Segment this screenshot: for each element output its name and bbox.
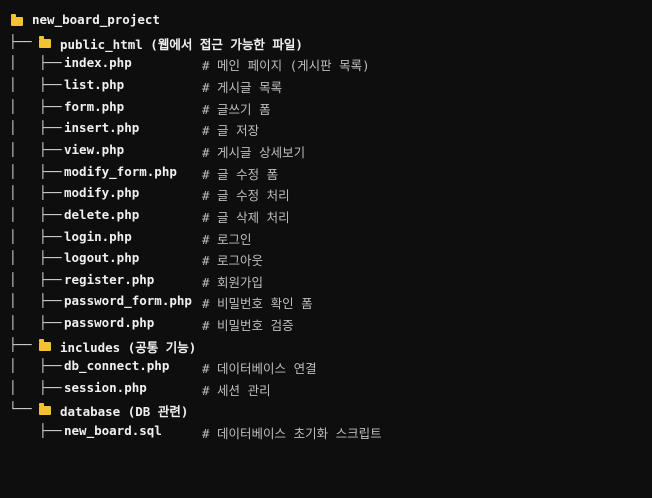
tree-guide: └── — [9, 401, 40, 416]
file-comment: # 글 삭제 처리 — [202, 210, 290, 225]
folder-name: new_board_project — [32, 12, 160, 27]
file-name: index.php — [64, 55, 132, 70]
tree-guide: ├── — [9, 337, 40, 352]
directory-tree: new_board_project ├── public_html (웹에서 접… — [0, 0, 652, 450]
tree-guide: │ — [9, 293, 40, 308]
tree-guide: │ — [9, 120, 40, 135]
tree-guide: │ — [9, 358, 40, 373]
file-comment: # 글 수정 폼 — [202, 167, 279, 182]
file-name: modify_form.php — [64, 164, 177, 179]
file-name: insert.php — [64, 120, 140, 135]
file-row[interactable]: │ ├── login.php # 로그인 — [0, 229, 652, 250]
file-row[interactable]: ├── new_board.sql # 데이터베이스 초기화 스크립트 — [0, 423, 652, 444]
file-comment: # 데이터베이스 연결 — [202, 361, 317, 376]
file-comment: # 게시글 상세보기 — [202, 145, 306, 160]
file-name: form.php — [64, 99, 125, 114]
tree-guide: │ — [9, 164, 40, 179]
folder-includes[interactable]: ├── includes (공통 기능) — [0, 337, 652, 358]
file-row[interactable]: │ ├── form.php # 글쓰기 폼 — [0, 99, 652, 120]
file-name: new_board.sql — [64, 423, 162, 438]
file-name: password.php — [64, 315, 155, 330]
file-comment: # 로그인 — [202, 232, 252, 247]
tree-guide: │ — [9, 142, 40, 157]
folder-icon — [39, 339, 51, 351]
tree-root[interactable]: new_board_project — [0, 12, 652, 33]
tree-guide: │ — [9, 229, 40, 244]
tree-guide: │ — [9, 380, 40, 395]
file-comment: # 게시글 목록 — [202, 80, 283, 95]
file-comment: # 글쓰기 폼 — [202, 102, 271, 117]
tree-guide: │ — [9, 250, 40, 265]
file-name: view.php — [64, 142, 125, 157]
file-name: password_form.php — [64, 293, 192, 308]
tree-guide: │ — [9, 99, 40, 114]
file-row[interactable]: │ ├── delete.php # 글 삭제 처리 — [0, 207, 652, 228]
tree-guide: │ — [9, 77, 40, 92]
file-comment: # 글 저장 — [202, 123, 260, 138]
file-row[interactable]: │ ├── index.php # 메인 페이지 (게시판 목록) — [0, 55, 652, 76]
file-name: session.php — [64, 380, 147, 395]
folder-name: public_html (웹에서 접근 가능한 파일) — [60, 37, 303, 52]
file-comment: # 회원가입 — [202, 275, 264, 290]
file-row[interactable]: │ ├── session.php # 세션 관리 — [0, 380, 652, 401]
tree-guide: │ — [9, 272, 40, 287]
file-row[interactable]: │ ├── insert.php # 글 저장 — [0, 120, 652, 141]
file-row[interactable]: │ ├── logout.php # 로그아웃 — [0, 250, 652, 271]
folder-public-html[interactable]: ├── public_html (웹에서 접근 가능한 파일) — [0, 34, 652, 55]
file-row[interactable]: │ ├── db_connect.php # 데이터베이스 연결 — [0, 358, 652, 379]
folder-name: database (DB 관련) — [60, 404, 189, 419]
file-name: db_connect.php — [64, 358, 170, 373]
tree-guide: │ — [9, 207, 40, 222]
file-comment: # 메인 페이지 (게시판 목록) — [202, 58, 370, 73]
file-name: delete.php — [64, 207, 140, 222]
file-comment: # 비밀번호 검증 — [202, 318, 294, 333]
file-name: register.php — [64, 272, 155, 287]
folder-database[interactable]: └── database (DB 관련) — [0, 401, 652, 422]
tree-guide: │ — [9, 55, 40, 70]
file-comment: # 글 수정 처리 — [202, 188, 290, 203]
file-row[interactable]: │ ├── register.php # 회원가입 — [0, 272, 652, 293]
file-name: modify.php — [64, 185, 140, 200]
file-row[interactable]: │ ├── password.php # 비밀번호 검증 — [0, 315, 652, 336]
file-name: logout.php — [64, 250, 140, 265]
file-row[interactable]: │ ├── list.php # 게시글 목록 — [0, 77, 652, 98]
tree-guide: │ — [9, 185, 40, 200]
file-comment: # 비밀번호 확인 폼 — [202, 296, 313, 311]
file-row[interactable]: │ ├── modify_form.php # 글 수정 폼 — [0, 164, 652, 185]
file-name: list.php — [64, 77, 125, 92]
folder-name: includes (공통 기능) — [60, 340, 197, 355]
tree-guide: ├── — [9, 34, 40, 49]
folder-icon — [39, 403, 51, 415]
file-name: login.php — [64, 229, 132, 244]
file-row[interactable]: │ ├── password_form.php # 비밀번호 확인 폼 — [0, 293, 652, 314]
tree-guide: │ — [9, 315, 40, 330]
file-comment: # 세션 관리 — [202, 383, 271, 398]
file-row[interactable]: │ ├── modify.php # 글 수정 처리 — [0, 185, 652, 206]
file-comment: # 데이터베이스 초기화 스크립트 — [202, 426, 382, 441]
folder-icon — [39, 36, 51, 48]
file-row[interactable]: │ ├── view.php # 게시글 상세보기 — [0, 142, 652, 163]
folder-icon — [11, 14, 23, 26]
file-comment: # 로그아웃 — [202, 253, 264, 268]
